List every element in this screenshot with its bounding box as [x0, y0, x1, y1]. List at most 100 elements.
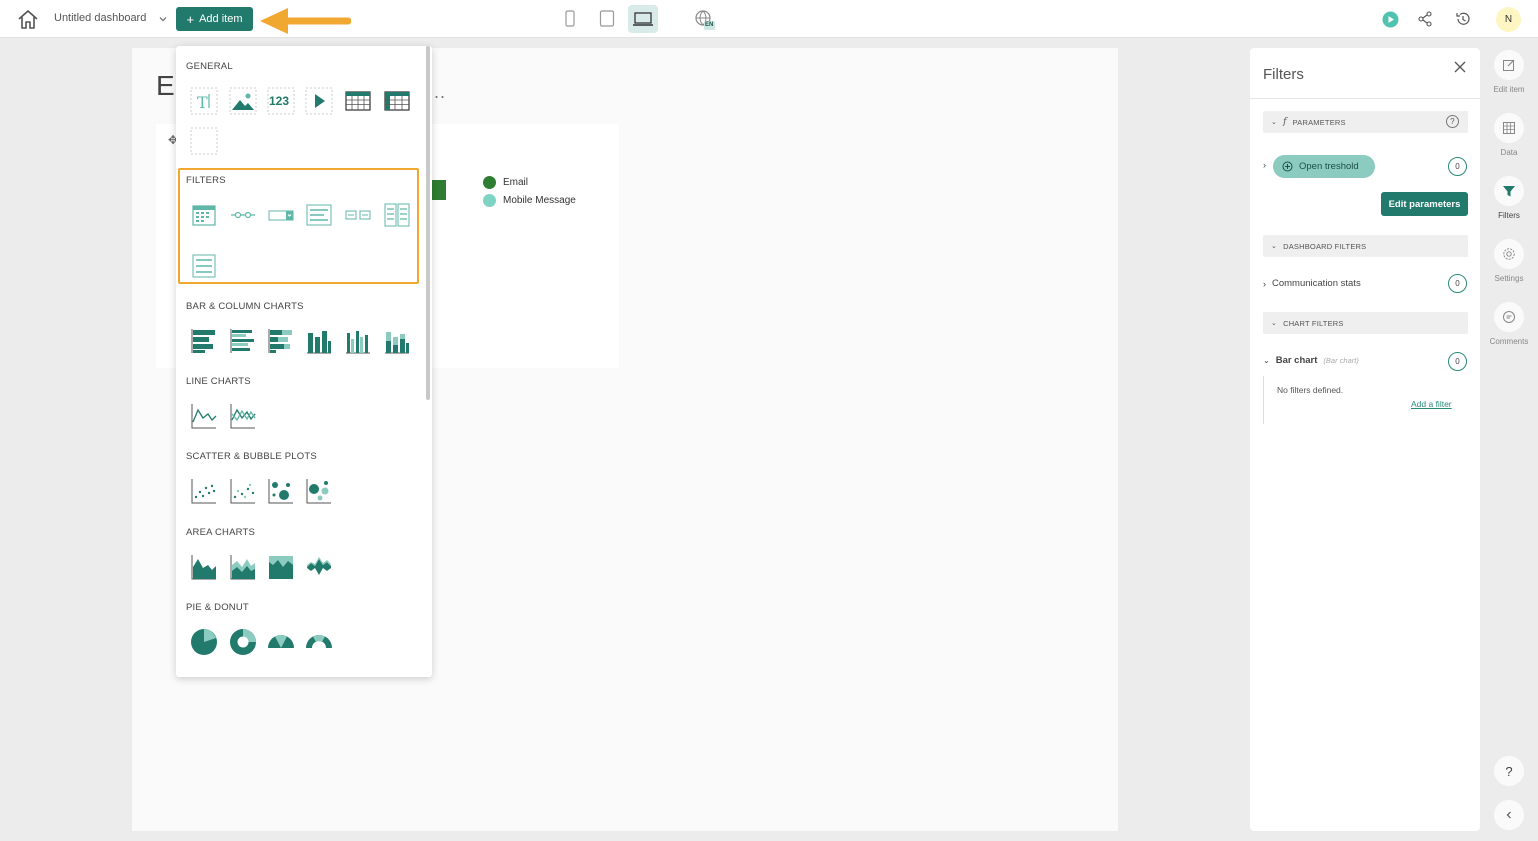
- top-bar: Untitled dashboard + Add item EN N: [0, 0, 1538, 38]
- list-filter-icon: [306, 204, 332, 226]
- stacked-column-chart-tile[interactable]: [383, 327, 411, 355]
- function-icon: f: [1283, 117, 1287, 127]
- donut-chart-tile[interactable]: [229, 628, 257, 656]
- multi-scatter-plot-tile[interactable]: [229, 477, 257, 505]
- device-tablet-button[interactable]: [592, 5, 622, 33]
- legend-label: Email: [503, 177, 529, 188]
- grouped-bar-chart-tile[interactable]: [229, 327, 257, 355]
- history-icon[interactable]: [1454, 10, 1472, 28]
- area-chart-tile[interactable]: [190, 553, 218, 581]
- multi-bubble-icon: [306, 479, 331, 504]
- legend-item-email: Email: [483, 176, 528, 189]
- area-chart-icon: [191, 555, 216, 580]
- parameter-chip[interactable]: Open treshold: [1273, 155, 1375, 178]
- number-item-tile[interactable]: 123: [267, 87, 295, 115]
- chevron-right-icon: ›: [1263, 278, 1266, 289]
- add-circle-icon: [1282, 161, 1293, 172]
- percent-area-chart-icon: [269, 556, 293, 579]
- collapse-chevron-icon[interactable]: [1494, 800, 1524, 830]
- avatar[interactable]: N: [1496, 7, 1521, 32]
- dashboard-filter-label: Communication stats: [1272, 278, 1361, 289]
- text-item-tile[interactable]: T: [190, 87, 218, 115]
- date-filter-tile[interactable]: [190, 201, 218, 229]
- chart-filters-section-header[interactable]: ⌄ CHART FILTERS: [1263, 312, 1468, 334]
- preview-play-icon[interactable]: [1381, 10, 1399, 28]
- slider-filter-tile[interactable]: [229, 201, 257, 229]
- rail-edit-item[interactable]: Edit item: [1488, 50, 1530, 94]
- dropdown-filter-tile[interactable]: [267, 201, 295, 229]
- edit-parameters-button[interactable]: Edit parameters: [1381, 192, 1468, 216]
- dashboard-filters-label: DASHBOARD FILTERS: [1283, 241, 1367, 251]
- stacked-area-chart-tile[interactable]: [229, 553, 257, 581]
- close-icon[interactable]: [1453, 60, 1467, 74]
- rail-filters[interactable]: Filters: [1488, 176, 1530, 220]
- dashboard-heading[interactable]: E: [156, 70, 175, 102]
- rail-data[interactable]: Data: [1488, 113, 1530, 157]
- line-chart-icon: [191, 404, 217, 429]
- parameter-row[interactable]: ›: [1263, 160, 1266, 170]
- add-item-button[interactable]: + Add item: [176, 7, 253, 31]
- scatter-plot-tile[interactable]: [190, 477, 218, 505]
- bubble-plot-tile[interactable]: [267, 477, 295, 505]
- multi-bubble-plot-tile[interactable]: [305, 477, 333, 505]
- semi-pie-chart-icon: [268, 635, 294, 648]
- pivot-table-item-tile[interactable]: [383, 87, 411, 115]
- rail-label: Data: [1500, 148, 1518, 157]
- multi-list-filter-tile[interactable]: [383, 201, 411, 229]
- semi-pie-chart-tile[interactable]: [267, 628, 295, 656]
- section-filters: FILTERS: [186, 175, 226, 186]
- chevron-down-icon[interactable]: [158, 13, 168, 23]
- list-filter-tile[interactable]: [305, 201, 333, 229]
- video-item-tile[interactable]: [305, 87, 333, 115]
- percent-area-chart-tile[interactable]: [267, 553, 295, 581]
- parameters-section-header[interactable]: ⌄ f PARAMETERS ?: [1263, 111, 1468, 133]
- chevron-down-icon: ⌄: [1263, 356, 1270, 365]
- home-icon[interactable]: [16, 8, 40, 30]
- hierarchy-filter-tile[interactable]: [190, 252, 218, 280]
- device-desktop-button[interactable]: [628, 5, 658, 33]
- filters-panel-title: Filters: [1263, 66, 1304, 83]
- rail-comments[interactable]: Comments: [1488, 302, 1530, 346]
- callout-arrow-icon: [256, 6, 352, 36]
- line-chart-tile[interactable]: [190, 402, 218, 430]
- add-filter-link[interactable]: Add a filter: [1411, 399, 1452, 409]
- chevron-down-icon: ⌄: [1271, 119, 1278, 126]
- help-button[interactable]: ?: [1494, 756, 1524, 786]
- dashboard-filter-row[interactable]: › Communication stats: [1263, 278, 1361, 289]
- chart-filter-count-badge: 0: [1448, 352, 1467, 371]
- semi-donut-chart-tile[interactable]: [305, 628, 333, 656]
- section-line: LINE CHARTS: [186, 376, 251, 387]
- chart-filter-row[interactable]: ⌄ Bar chart (Bar chart): [1263, 355, 1359, 366]
- plus-icon: +: [186, 11, 195, 27]
- device-phone-button[interactable]: [555, 5, 585, 33]
- dashboard-title[interactable]: Untitled dashboard: [54, 12, 146, 24]
- image-item-tile[interactable]: [229, 87, 257, 115]
- svg-text:T: T: [197, 93, 208, 112]
- language-globe-icon[interactable]: EN: [694, 9, 716, 31]
- help-icon[interactable]: ?: [1446, 115, 1459, 128]
- pie-chart-tile[interactable]: [190, 628, 218, 656]
- panel-scrollbar[interactable]: [426, 46, 430, 400]
- share-icon[interactable]: [1416, 10, 1434, 28]
- rail-settings[interactable]: Settings: [1488, 239, 1530, 283]
- stacked-column-chart-icon: [385, 332, 409, 354]
- bar-chart-tile[interactable]: [190, 327, 218, 355]
- dashboard-filters-section-header[interactable]: ⌄ DASHBOARD FILTERS: [1263, 235, 1468, 257]
- phone-icon: [565, 10, 575, 27]
- stacked-bar-chart-tile[interactable]: [267, 327, 295, 355]
- stacked-bar-chart-icon: [268, 329, 292, 353]
- parameter-chip-label: Open treshold: [1299, 161, 1359, 172]
- multi-line-chart-icon: [230, 404, 256, 429]
- parameters-label: PARAMETERS: [1292, 117, 1346, 127]
- streamgraph-chart-tile[interactable]: [305, 553, 333, 581]
- table-item-tile[interactable]: [344, 87, 372, 115]
- chart-bar: [432, 180, 446, 200]
- tablet-icon: [599, 10, 615, 27]
- grouped-column-chart-tile[interactable]: [344, 327, 372, 355]
- pivot-table-icon: [384, 91, 410, 111]
- empty-item-tile[interactable]: [190, 127, 218, 155]
- scatter-icon: [191, 479, 216, 504]
- multi-line-chart-tile[interactable]: [229, 402, 257, 430]
- column-chart-tile[interactable]: [305, 327, 333, 355]
- range-input-filter-tile[interactable]: [344, 201, 372, 229]
